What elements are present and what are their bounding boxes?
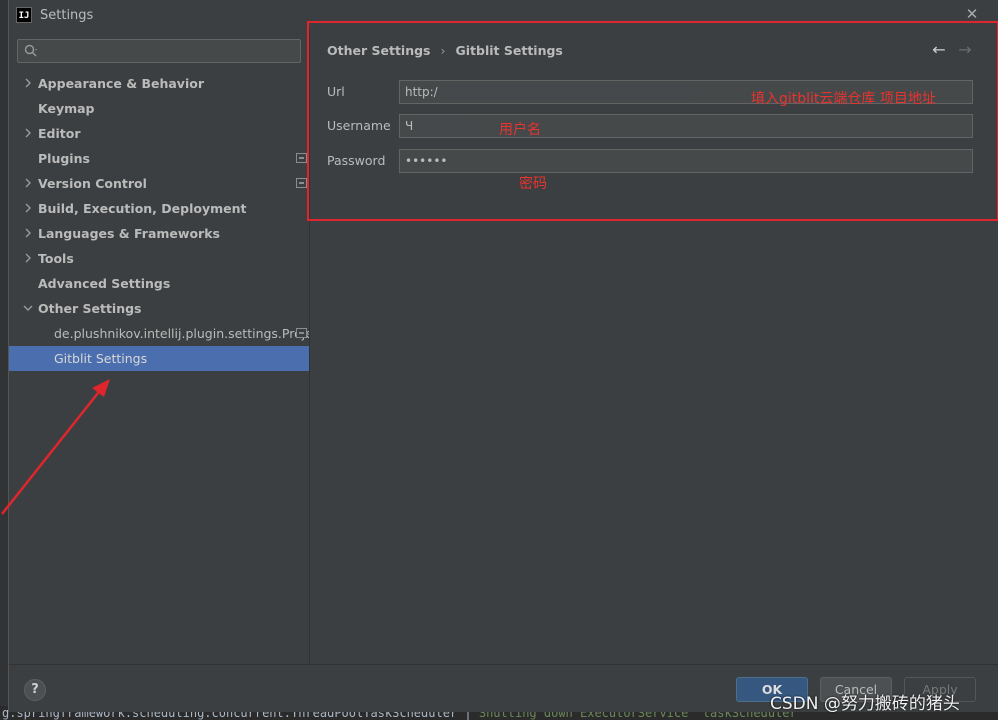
sidebar-item-label: Keymap: [38, 101, 95, 116]
sidebar-item[interactable]: de.plushnikov.intellij.plugin.settings.P…: [9, 321, 313, 346]
sidebar-item[interactable]: Advanced Settings: [9, 271, 309, 296]
password-label: Password: [327, 153, 386, 168]
sidebar-item-label: Build, Execution, Deployment: [38, 201, 247, 216]
project-level-icon: [296, 328, 307, 338]
back-arrow-icon[interactable]: ←: [930, 41, 948, 59]
chevron-right-icon[interactable]: [22, 177, 34, 189]
username-field[interactable]: [400, 115, 972, 137]
sidebar-item-label: Appearance & Behavior: [38, 76, 204, 91]
sidebar-item[interactable]: Build, Execution, Deployment: [9, 196, 309, 221]
project-level-icon: [296, 153, 307, 163]
sidebar-item-label: Languages & Frameworks: [38, 226, 220, 241]
sidebar-item-label: Other Settings: [38, 301, 142, 316]
username-label: Username: [327, 118, 391, 133]
settings-tree: Appearance & Behavior Keymap Editor Plugins…: [9, 71, 313, 371]
project-level-icon: [296, 178, 307, 188]
password-row: Password: [327, 149, 987, 174]
password-field-box[interactable]: [399, 149, 973, 173]
username-row: Username: [327, 114, 987, 139]
sidebar-item[interactable]: Plugins: [9, 146, 309, 171]
url-label: Url: [327, 84, 345, 99]
redaction-blur: [440, 84, 700, 100]
url-annotation: 填入gitblit云端仓库 项目地址: [751, 91, 936, 107]
sidebar-item[interactable]: Keymap: [9, 96, 309, 121]
window-title: Settings: [40, 7, 94, 23]
sidebar-item[interactable]: Version Control: [9, 171, 309, 196]
chevron-right-icon[interactable]: [22, 127, 34, 139]
chevron-right-icon[interactable]: [22, 252, 34, 264]
sidebar-item-label: de.plushnikov.intellij.plugin.settings.P…: [54, 326, 313, 341]
breadcrumb: Other Settings › Gitblit Settings: [327, 43, 563, 58]
title-bar: IJ Settings ✕: [9, 0, 998, 30]
forward-arrow-icon: →: [958, 40, 972, 59]
sidebar-item-label: Plugins: [38, 151, 90, 166]
settings-content: Other Settings › Gitblit Settings ← → Ur…: [307, 21, 998, 664]
breadcrumb-separator: ›: [440, 43, 446, 58]
search-icon: [24, 44, 37, 57]
sidebar-item[interactable]: Editor: [9, 121, 309, 146]
breadcrumb-parent[interactable]: Other Settings: [327, 43, 431, 58]
redaction-blur: [414, 118, 474, 134]
sidebar-item[interactable]: Appearance & Behavior: [9, 71, 309, 96]
help-button[interactable]: ?: [24, 679, 46, 701]
password-field[interactable]: [400, 150, 972, 172]
sidebar-item-label: Version Control: [38, 176, 147, 191]
sidebar-item[interactable]: Other Settings: [9, 296, 309, 321]
chevron-right-icon[interactable]: [22, 202, 34, 214]
settings-search[interactable]: [17, 39, 301, 63]
sidebar-item-label: Gitblit Settings: [54, 351, 148, 366]
sidebar-item[interactable]: Tools: [9, 246, 309, 271]
password-annotation: 密码: [519, 176, 547, 192]
username-annotation: 用户名: [499, 122, 541, 138]
breadcrumb-current: Gitblit Settings: [455, 43, 563, 58]
editor-gutter: [0, 0, 8, 720]
settings-sidebar: Appearance & Behavior Keymap Editor Plugins…: [9, 30, 313, 664]
username-field-box[interactable]: [399, 114, 973, 138]
sidebar-item[interactable]: Gitblit Settings: [9, 346, 309, 371]
sidebar-item-label: Editor: [38, 126, 81, 141]
chevron-right-icon[interactable]: [22, 227, 34, 239]
chevron-down-icon[interactable]: [22, 302, 34, 314]
sidebar-item[interactable]: Languages & Frameworks: [9, 221, 309, 246]
chevron-right-icon[interactable]: [22, 77, 34, 89]
sidebar-item-label: Advanced Settings: [38, 276, 171, 291]
csdn-watermark: CSDN @努力搬砖的猪头: [770, 694, 960, 714]
sidebar-item-label: Tools: [38, 251, 74, 266]
search-input[interactable]: [42, 42, 297, 60]
close-icon[interactable]: ✕: [963, 5, 981, 23]
intellij-icon: IJ: [16, 7, 32, 23]
settings-dialog: IJ Settings ✕ Appearance & Behavior Keyma…: [8, 0, 998, 712]
